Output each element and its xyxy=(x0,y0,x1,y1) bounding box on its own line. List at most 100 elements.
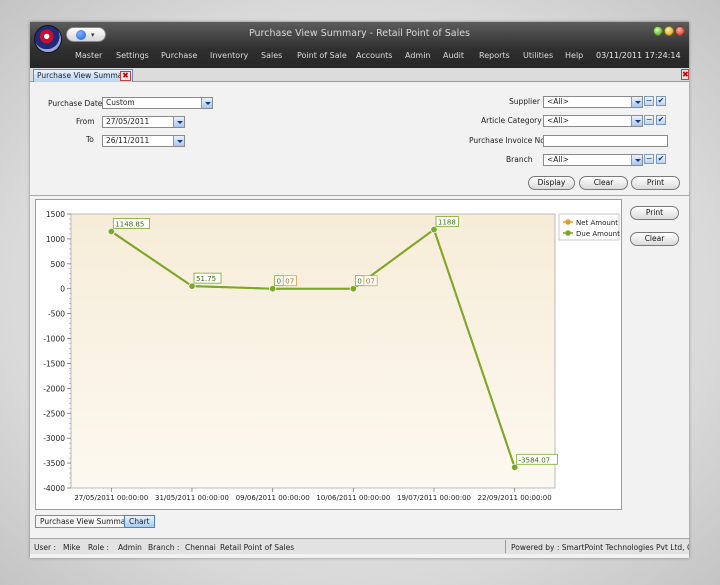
window-title: Purchase View Summary - Retail Point of … xyxy=(248,28,471,39)
tab-purchase-view-summary[interactable]: Purchase View Summary ✖ xyxy=(33,69,133,82)
chevron-down-icon[interactable] xyxy=(631,155,642,165)
menu-help[interactable]: Help xyxy=(565,51,583,60)
status-user: Mike xyxy=(63,543,81,552)
x-tick-label: 31/05/2011 00:00:00 xyxy=(155,494,229,502)
purchase-invoice-label: Purchase Invoice No xyxy=(469,136,545,145)
data-point-due-amount xyxy=(511,463,519,471)
menu-reports[interactable]: Reports xyxy=(479,51,510,60)
supplier-value: <All> xyxy=(547,97,569,106)
status-role: Admin xyxy=(118,543,142,552)
branch-select[interactable]: <All> xyxy=(543,154,643,166)
clock: 03/11/2011 17:24:14 xyxy=(596,51,681,60)
from-date-picker[interactable]: 27/05/2011 xyxy=(102,116,185,128)
menu-audit[interactable]: Audit xyxy=(443,51,464,60)
x-tick-label: 19/07/2011 00:00:00 xyxy=(397,494,471,502)
close-all-tabs-icon[interactable]: ✖ xyxy=(681,69,689,80)
purchase-date-select[interactable]: Custom xyxy=(102,97,213,109)
menu-inventory[interactable]: Inventory xyxy=(210,51,248,60)
y-tick-label: 0 xyxy=(60,285,65,294)
minimize-button[interactable] xyxy=(664,26,674,36)
y-tick-label: 1000 xyxy=(46,235,65,244)
status-branch-label: Branch : xyxy=(148,543,180,552)
data-label-due: 51.75 xyxy=(196,275,216,283)
data-point-due-amount xyxy=(188,282,196,290)
legend-swatch-marker xyxy=(565,230,571,236)
clear-button[interactable]: Clear xyxy=(579,176,628,190)
chevron-down-icon[interactable] xyxy=(201,98,212,108)
article-category-label: Article Category* xyxy=(481,116,548,125)
filter-form: Purchase Date Custom From 27/05/2011 To … xyxy=(30,83,689,196)
branch-label: Branch xyxy=(506,155,533,164)
print-button[interactable]: Print xyxy=(631,176,680,190)
y-tick-label: 500 xyxy=(51,260,66,269)
branch-check-icon[interactable]: ✔ xyxy=(656,154,666,164)
x-tick-label: 10/06/2011 00:00:00 xyxy=(316,494,390,502)
line-chart: 1500 1000 500 0 -500 -1000 -1500 -2000 -2500 -300… xyxy=(43,210,620,502)
data-point-due-amount xyxy=(107,227,115,235)
menu-accounts[interactable]: Accounts xyxy=(356,51,392,60)
to-date-picker[interactable]: 26/11/2011 xyxy=(102,135,185,147)
y-tick-label: -2500 xyxy=(43,409,65,418)
data-label-net: 07 xyxy=(366,278,375,286)
menu-purchase[interactable]: Purchase xyxy=(161,51,197,60)
chevron-down-icon[interactable] xyxy=(631,116,642,126)
branch-value: <All> xyxy=(547,155,569,164)
purchase-date-label: Purchase Date xyxy=(48,99,103,108)
close-tab-icon[interactable]: ✖ xyxy=(120,71,131,81)
status-role-label: Role : xyxy=(88,543,110,552)
y-tick-label: -500 xyxy=(48,310,65,319)
chart-print-button[interactable]: Print xyxy=(630,206,679,220)
data-label-due: 0 xyxy=(277,278,281,286)
data-point-due-amount xyxy=(269,285,277,293)
chevron-down-icon[interactable] xyxy=(173,117,184,127)
status-powered-by: Powered by : SmartPoint Technologies Pvt… xyxy=(511,543,689,552)
menu-sales[interactable]: Sales xyxy=(261,51,282,60)
tab-label: Purchase View Summary xyxy=(37,71,130,80)
legend-swatch-marker xyxy=(565,219,571,225)
y-tick-label: 1500 xyxy=(46,210,65,219)
menu-point-of-sale[interactable]: Point of Sale xyxy=(297,51,347,60)
document-tab-strip: Purchase View Summary ✖ ✖ xyxy=(30,68,689,82)
status-divider xyxy=(505,540,506,553)
from-label: From xyxy=(76,117,95,126)
maximize-button[interactable] xyxy=(653,26,663,36)
chevron-down-icon[interactable] xyxy=(173,136,184,146)
menu-utilities[interactable]: Utilities xyxy=(523,51,553,60)
supplier-label: Supplier* xyxy=(509,97,547,106)
article-category-select[interactable]: <All> xyxy=(543,115,643,127)
branch-clear-icon[interactable]: − xyxy=(644,154,654,164)
y-tick-label: -1500 xyxy=(43,359,65,368)
tab-purchase-view-summary-grid[interactable]: Purchase View Summary xyxy=(35,515,138,528)
chart-clear-button[interactable]: Clear xyxy=(630,232,679,246)
y-tick-label: -3500 xyxy=(43,459,65,468)
to-date-value: 26/11/2011 xyxy=(106,136,150,145)
close-button[interactable] xyxy=(675,26,685,36)
data-point-due-amount xyxy=(349,285,357,293)
data-label-due: 1148.85 xyxy=(115,220,144,228)
menu-settings[interactable]: Settings xyxy=(116,51,149,60)
purchase-date-value: Custom xyxy=(106,98,135,107)
article-category-check-icon[interactable]: ✔ xyxy=(656,115,666,125)
x-tick-label: 09/06/2011 00:00:00 xyxy=(236,494,310,502)
data-label-due: 1188 xyxy=(438,219,456,227)
data-label-net: 07 xyxy=(285,278,294,286)
supplier-check-icon[interactable]: ✔ xyxy=(656,96,666,106)
tab-chart[interactable]: Chart xyxy=(124,515,155,528)
purchase-invoice-input[interactable] xyxy=(543,135,668,147)
app-window: ▾ Purchase View Summary - Retail Point o… xyxy=(30,22,689,558)
chevron-down-icon[interactable] xyxy=(631,97,642,107)
menu-master[interactable]: Master xyxy=(75,51,102,60)
data-label-due: -3584.07 xyxy=(519,456,550,464)
x-tick-label: 22/09/2011 00:00:00 xyxy=(478,494,552,502)
data-point-due-amount xyxy=(430,226,438,234)
bottom-tab-strip: Purchase View Summary Chart xyxy=(30,514,689,530)
menu-admin[interactable]: Admin xyxy=(405,51,431,60)
article-category-clear-icon[interactable]: − xyxy=(644,115,654,125)
article-category-value: <All> xyxy=(547,116,569,125)
supplier-clear-icon[interactable]: − xyxy=(644,96,654,106)
supplier-select[interactable]: <All> xyxy=(543,96,643,108)
y-tick-label: -4000 xyxy=(43,484,65,493)
from-date-value: 27/05/2011 xyxy=(106,117,150,126)
display-button[interactable]: Display xyxy=(528,176,575,190)
title-bar: ▾ Purchase View Summary - Retail Point o… xyxy=(30,22,689,68)
